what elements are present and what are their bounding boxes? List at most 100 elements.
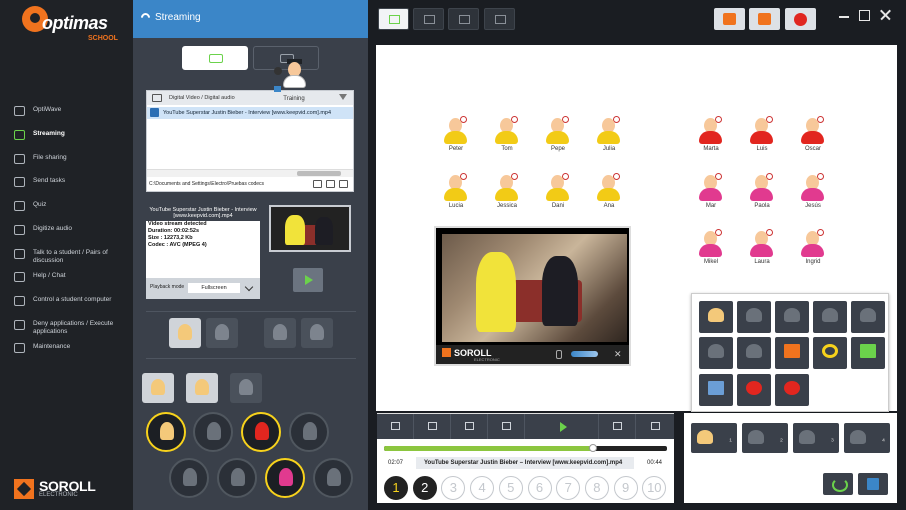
horizontal-scrollbar[interactable] (147, 169, 353, 177)
group-circle-5[interactable] (169, 458, 209, 498)
alarm-button[interactable] (775, 374, 809, 406)
group-3-button[interactable]: ₃ (793, 423, 839, 453)
student-seat[interactable]: Luis (742, 116, 782, 160)
folder-open-icon[interactable] (326, 180, 335, 188)
student-seat[interactable]: Julia (589, 116, 629, 160)
file-row-selected[interactable]: YouTube Superstar Justin Bieber - Interv… (147, 107, 353, 119)
group-circle-7[interactable] (265, 458, 305, 498)
select-group-button[interactable] (186, 373, 218, 403)
group-circle-2[interactable] (193, 412, 233, 452)
group-1-button[interactable]: ₁ (691, 423, 737, 453)
channel-4-button[interactable]: 4 (470, 476, 495, 500)
progress-knob[interactable] (589, 444, 598, 452)
student-seat[interactable]: Tom (487, 116, 527, 160)
student-seat[interactable]: Marta (691, 116, 731, 160)
nav-item-gear[interactable]: Maintenance (14, 343, 130, 353)
microphone-icon[interactable] (556, 350, 562, 359)
lock-class-button[interactable] (714, 8, 745, 30)
nav-item-help[interactable]: Help / Chat (14, 272, 130, 282)
channel-9-button[interactable]: 9 (613, 476, 638, 500)
student-seat[interactable]: Oscar (793, 116, 833, 160)
scroll-thumb[interactable] (297, 171, 341, 176)
headset-button[interactable] (775, 301, 809, 333)
teacher-desk[interactable]: Training (274, 58, 314, 106)
student-seat[interactable]: Lucia (436, 173, 476, 217)
stop-all-button[interactable] (377, 414, 414, 439)
nav-item-audio[interactable]: Digitize audio (14, 225, 130, 235)
view-camera-button[interactable] (448, 8, 479, 30)
refresh-button[interactable] (823, 473, 853, 495)
select-all-students-button[interactable] (142, 373, 174, 403)
user-lock-button[interactable] (737, 337, 771, 369)
channel-7-button[interactable]: 7 (556, 476, 581, 500)
nav-item-wifi[interactable]: Streaming (14, 130, 130, 140)
student-lock-button[interactable] (749, 8, 780, 30)
group-circle-1[interactable] (146, 412, 186, 452)
channel-2-button[interactable]: 2 (412, 476, 437, 500)
student-seat[interactable]: Jessica (487, 173, 527, 217)
channel-10-button[interactable]: 10 (642, 476, 667, 500)
view-grid-button[interactable] (378, 8, 409, 30)
nav-item-file-share[interactable]: File sharing (14, 154, 130, 164)
screen-view-button[interactable] (301, 318, 333, 348)
screen-share-button[interactable] (851, 337, 885, 369)
folder-up-icon[interactable] (313, 180, 322, 188)
student-seat[interactable]: Dani (538, 173, 578, 217)
timer-button[interactable] (813, 337, 847, 369)
close-video-icon[interactable]: ✕ (614, 349, 622, 360)
image-send-button[interactable] (775, 337, 809, 369)
channel-5-button[interactable]: 5 (498, 476, 523, 500)
student-seat[interactable]: Pepe (538, 116, 578, 160)
student-seat[interactable]: Mikel (691, 229, 731, 273)
screen-send-button[interactable] (264, 318, 296, 348)
volume-slider[interactable] (571, 351, 598, 357)
video-stream-window[interactable]: SOROLL ELECTRONIC ✕ (434, 226, 631, 366)
select-none-button[interactable] (230, 373, 262, 403)
screen-off-button[interactable] (699, 337, 733, 369)
help-request-button[interactable] (737, 374, 771, 406)
stop-button[interactable] (599, 414, 636, 439)
nav-item-tasks[interactable]: Send tasks (14, 177, 130, 187)
play-button[interactable] (293, 268, 323, 292)
source-file-toggle[interactable] (182, 46, 248, 70)
playback-mode-select[interactable]: Fullscreen (188, 283, 240, 293)
channel-6-button[interactable]: 6 (527, 476, 552, 500)
monitor-button[interactable] (851, 301, 885, 333)
students-action-button[interactable] (699, 301, 733, 333)
student-seat[interactable]: Paola (742, 173, 782, 217)
group-2-button[interactable]: ₂ (742, 423, 788, 453)
close-button[interactable] (878, 8, 892, 22)
save-button[interactable] (858, 473, 888, 495)
rewind-button[interactable] (451, 414, 488, 439)
nav-item-wave[interactable]: OptiWave (14, 106, 130, 116)
student-seat[interactable]: Laura (742, 229, 782, 273)
play-pause-button[interactable] (525, 414, 599, 439)
forward-button[interactable] (488, 414, 525, 439)
student-seat[interactable]: Ingrid (793, 229, 833, 273)
group-circle-8[interactable] (313, 458, 353, 498)
nav-item-talk[interactable]: Talk to a student / Pairs of discussion (14, 249, 130, 265)
nav-item-quiz[interactable]: Quiz (14, 201, 130, 211)
screen-blank-button[interactable] (813, 301, 847, 333)
student-seat[interactable]: Mar (691, 173, 731, 217)
group-circle-4[interactable] (289, 412, 329, 452)
broadcast-view-button[interactable] (206, 318, 238, 348)
student-seat[interactable]: Peter (436, 116, 476, 160)
students-off-button[interactable] (737, 301, 771, 333)
progress-bar[interactable] (384, 444, 667, 452)
channel-3-button[interactable]: 3 (441, 476, 466, 500)
view-layout-button[interactable] (413, 8, 444, 30)
nav-item-monitor[interactable]: Control a student computer (14, 296, 130, 306)
group-circle-3[interactable] (241, 412, 281, 452)
student-seat[interactable]: Ana (589, 173, 629, 217)
playlist-button[interactable] (414, 414, 451, 439)
maximize-button[interactable] (857, 8, 871, 22)
network-screen-button[interactable] (699, 374, 733, 406)
filter-icon[interactable] (339, 94, 347, 100)
close-player-button[interactable] (636, 414, 674, 439)
channel-8-button[interactable]: 8 (584, 476, 609, 500)
folder-new-icon[interactable] (339, 180, 348, 188)
view-list-button[interactable] (484, 8, 515, 30)
group-circle-6[interactable] (217, 458, 257, 498)
help-button[interactable] (785, 8, 816, 30)
